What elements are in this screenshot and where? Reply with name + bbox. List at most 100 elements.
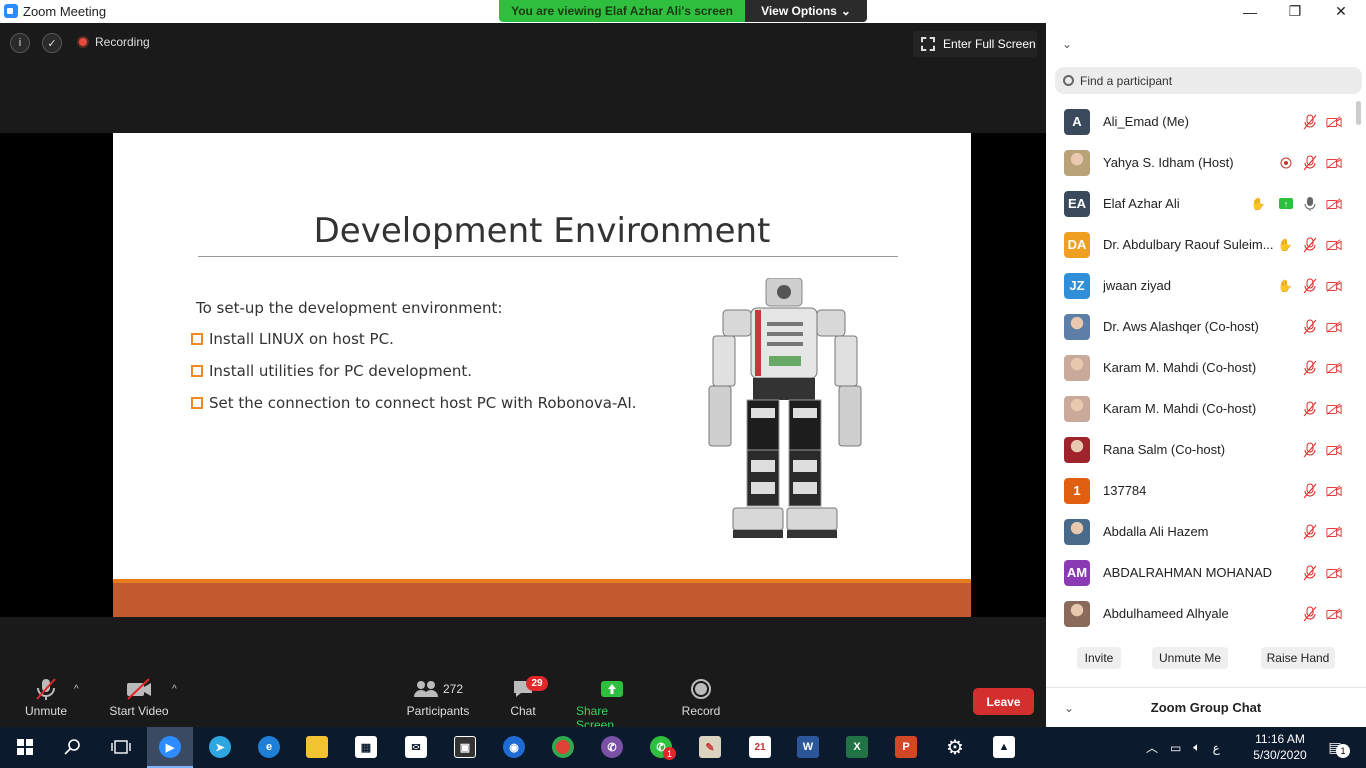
participant-row[interactable]: 1 137784 [1046, 470, 1354, 511]
participant-row[interactable]: Abdalla Ali Hazem [1046, 511, 1354, 552]
participants-button[interactable]: 272 Participants [406, 674, 470, 718]
store-taskbar-icon[interactable]: ▦ [351, 732, 381, 762]
camera-taskbar-icon[interactable]: ◉ [499, 732, 529, 762]
maximize-button[interactable]: ❐ [1272, 0, 1318, 23]
settings-gear-icon[interactable]: ⚙ [940, 732, 970, 762]
chrome-taskbar-icon[interactable] [548, 732, 578, 762]
start-menu-icon[interactable] [10, 732, 40, 762]
volume-icon[interactable]: 🔈︎ [1193, 740, 1200, 755]
leave-button[interactable]: Leave [973, 688, 1034, 715]
mic-muted-icon[interactable] [1302, 114, 1318, 130]
mic-muted-icon[interactable] [1302, 319, 1318, 335]
mic-icon[interactable] [1302, 196, 1318, 212]
participants-icon: 272 [406, 674, 470, 704]
close-button[interactable]: ✕ [1318, 0, 1364, 23]
mic-muted-icon[interactable] [1302, 360, 1318, 376]
chat-unread-badge: 29 [526, 676, 548, 691]
video-off-icon[interactable] [1326, 237, 1342, 253]
viber-taskbar-icon[interactable]: ✆ [597, 732, 627, 762]
excel-taskbar-icon[interactable]: X [842, 732, 872, 762]
video-off-icon[interactable] [1326, 114, 1342, 130]
video-off-icon[interactable] [1326, 401, 1342, 417]
mic-muted-icon[interactable] [1302, 442, 1318, 458]
mic-muted-icon[interactable] [1302, 401, 1318, 417]
language-indicator[interactable]: ع [1213, 741, 1220, 755]
powerpoint-taskbar-icon[interactable]: P [891, 732, 921, 762]
invite-button[interactable]: Invite [1077, 647, 1121, 669]
photos-taskbar-icon[interactable]: ▲ [989, 732, 1019, 762]
mic-muted-icon[interactable] [1302, 155, 1318, 171]
participant-row[interactable]: JZ jwaan ziyad ✋ [1046, 265, 1354, 306]
panel-collapse-chevron-icon[interactable]: ⌄ [1062, 37, 1072, 51]
participant-row[interactable]: Rana Salm (Co-host) [1046, 429, 1354, 470]
view-options-button[interactable]: View Options ⌄ [745, 0, 867, 22]
video-off-icon[interactable] [1326, 442, 1342, 458]
mic-muted-icon[interactable] [1302, 565, 1318, 581]
participant-row[interactable]: EA Elaf Azhar Ali ✋ ↑ [1046, 183, 1354, 224]
mail-taskbar-icon[interactable]: ✉ [401, 732, 431, 762]
video-off-icon[interactable] [1326, 319, 1342, 335]
mic-muted-icon[interactable] [1302, 237, 1318, 253]
mic-muted-icon[interactable] [1302, 278, 1318, 294]
clock-date: 5/30/2020 [1253, 748, 1307, 762]
video-off-icon[interactable] [1326, 565, 1342, 581]
video-off-icon [124, 674, 154, 704]
participant-search[interactable] [1055, 67, 1362, 94]
zoom-group-chat-header[interactable]: ⌄ Zoom Group Chat [1046, 687, 1366, 727]
mic-muted-icon[interactable] [1302, 606, 1318, 622]
search-input[interactable] [1080, 73, 1340, 88]
view-options-label: View Options [761, 4, 837, 18]
participant-row[interactable]: AM ABDALRAHMAN MOHANAD [1046, 552, 1354, 593]
video-off-icon[interactable] [1326, 278, 1342, 294]
mic-muted-icon[interactable] [1302, 524, 1318, 540]
video-off-icon[interactable] [1326, 606, 1342, 622]
record-button[interactable]: Record [680, 674, 722, 718]
share-screen-button[interactable]: Share Screen [576, 674, 648, 732]
video-options-caret[interactable]: ^ [172, 684, 177, 695]
participant-list-scrollbar[interactable] [1356, 101, 1362, 631]
edge-taskbar-icon[interactable]: e [254, 732, 284, 762]
encryption-shield-icon[interactable]: ✓ [42, 33, 62, 53]
tray-chevron-up-icon[interactable]: ︿ [1146, 739, 1158, 756]
video-off-icon[interactable] [1326, 524, 1342, 540]
mic-muted-icon[interactable] [1302, 483, 1318, 499]
paint-taskbar-icon[interactable]: ✎ [695, 732, 725, 762]
meeting-info-icon[interactable]: i [10, 33, 30, 53]
video-off-icon[interactable] [1326, 360, 1342, 376]
unmute-button[interactable]: Unmute [22, 674, 70, 718]
search-taskbar-icon[interactable] [58, 732, 88, 762]
participant-row[interactable]: DA Dr. Abdulbary Raouf Suleim... ✋ [1046, 224, 1354, 265]
task-view-icon[interactable] [106, 732, 136, 762]
title-divider [198, 256, 898, 257]
notification-center-icon[interactable]: ▤ 1 [1322, 736, 1350, 758]
telegram-taskbar-icon[interactable]: ➤ [205, 732, 235, 762]
whatsapp-taskbar-icon[interactable]: ✆ 1 [646, 732, 676, 762]
enter-fullscreen-button[interactable]: Enter Full Screen [913, 31, 1037, 57]
calendar-taskbar-icon[interactable]: 21 [745, 732, 775, 762]
video-off-icon[interactable] [1326, 155, 1342, 171]
raise-hand-button[interactable]: Raise Hand [1261, 647, 1335, 669]
battery-icon[interactable]: ▭ [1170, 741, 1181, 755]
participants-panel: ⌄ AAli_Emad (Me)Yahya S. Idham (Host)EAE… [1046, 23, 1366, 727]
participant-row[interactable]: Karam M. Mahdi (Co-host) [1046, 388, 1354, 429]
participant-row[interactable]: Karam M. Mahdi (Co-host) [1046, 347, 1354, 388]
video-off-icon[interactable] [1326, 196, 1342, 212]
unmute-me-button[interactable]: Unmute Me [1152, 647, 1228, 669]
scrollbar-thumb[interactable] [1356, 101, 1361, 125]
video-off-icon[interactable] [1326, 483, 1342, 499]
minimize-button[interactable]: — [1227, 0, 1273, 23]
participant-row[interactable]: Abdulhameed Alhyale [1046, 593, 1354, 634]
bullet-box-icon [191, 333, 203, 345]
start-video-button[interactable]: Start Video [108, 674, 170, 718]
taskbar-clock[interactable]: 11:16 AM 5/30/2020 [1252, 731, 1308, 763]
participant-row[interactable]: Dr. Aws Alashqer (Co-host) [1046, 306, 1354, 347]
record-label: Record [681, 704, 721, 718]
zoom-taskbar-icon[interactable]: ▶ [155, 732, 185, 762]
chat-label: Chat [510, 704, 536, 718]
audio-options-caret[interactable]: ^ [74, 684, 79, 695]
participant-row[interactable]: Yahya S. Idham (Host) [1046, 142, 1354, 183]
video-editor-taskbar-icon[interactable]: ▣ [450, 732, 480, 762]
word-taskbar-icon[interactable]: W [793, 732, 823, 762]
file-explorer-taskbar-icon[interactable] [302, 732, 332, 762]
participant-row[interactable]: A Ali_Emad (Me) [1046, 101, 1354, 142]
